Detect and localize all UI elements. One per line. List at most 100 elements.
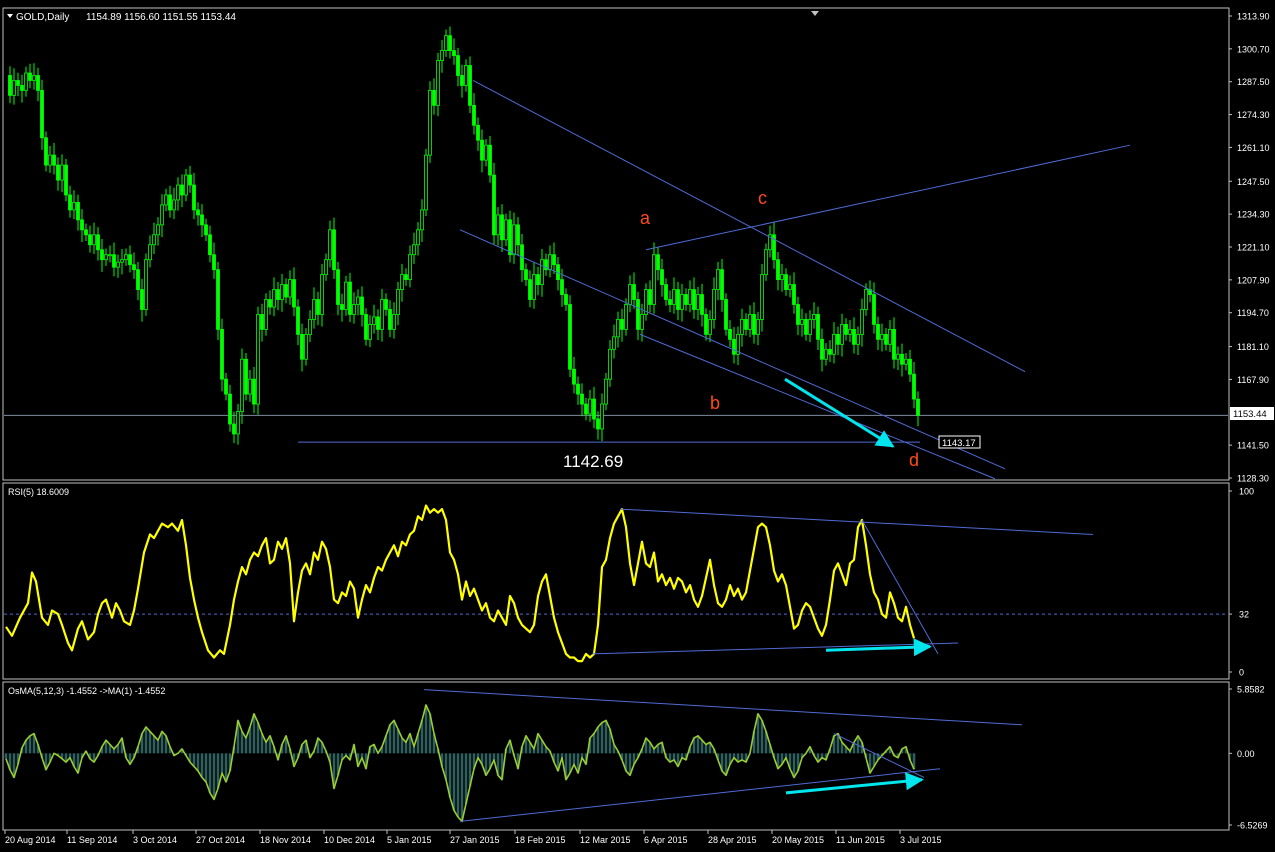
candle-body [784,274,788,290]
osma-title: OsMA(5,12,3) -1.4552 ->MA(1) -1.4552 [8,686,165,696]
candle-body [436,60,440,106]
candle-body [32,75,36,81]
osma-trendline[interactable] [423,689,1023,726]
candle-body [424,154,428,211]
candle-body [616,319,620,338]
target-price-label: 1143.17 [942,438,976,449]
candle-body [388,309,392,330]
candle-body [620,319,624,330]
candle-body [100,249,104,261]
candle-body [280,284,284,300]
candle-body [28,72,32,81]
rsi-tick-label: 0 [1239,668,1244,678]
candle-body [112,254,116,268]
price-panel-frame [2,7,1230,481]
rsi-panel-frame [2,482,1230,680]
candle-body [80,219,84,231]
candle-body [612,336,616,350]
candle-body [296,306,300,335]
dropdown-triangle-icon[interactable] [7,14,13,18]
candle-body [356,296,360,305]
support-level-label: 1142.69 [563,452,623,471]
candle-body [836,333,840,345]
candle-body [560,279,564,295]
candle-body [608,348,612,380]
time-axis: 20 Aug 2014 11 Sep 2014 3 Oct 2014 27 Oct 2… [4,830,942,845]
candle-body [808,319,812,335]
price-tick-label: 1207.90 [1237,275,1270,285]
candle-body [636,299,640,330]
rsi-title: RSI(5) 18.6009 [8,487,69,497]
rsi-line [5,504,916,663]
osma-trendline[interactable] [459,768,941,822]
candle-body [292,279,296,308]
candle-body [316,299,320,315]
candle-body [912,373,916,400]
candle-body [820,338,824,360]
candle-body [656,254,660,271]
candle-body [688,289,692,305]
candle-body [272,289,276,308]
candle-body [564,294,568,305]
candle-body [96,234,100,251]
candle-body [392,314,396,330]
candle-body [416,229,420,246]
candle-body [84,229,88,236]
time-tick-label: 18 Feb 2015 [515,835,566,845]
candle-body [596,418,600,430]
candle-body [376,316,380,330]
candle-body [184,174,188,196]
candle-body [476,124,480,141]
candle-body [360,296,364,315]
candle-body [600,403,604,430]
candle-body [396,289,400,315]
candle-body [904,358,908,365]
rsi-up-arrow[interactable] [825,638,932,657]
candle-body [412,244,416,256]
candle-body [880,333,884,340]
chart-svg[interactable]: GOLD,Daily 1154.89 1156.60 1151.55 1153.… [0,0,1275,847]
candle-body [824,348,828,360]
candle-body [776,259,780,281]
price-trendline[interactable] [645,144,1131,251]
candle-body [444,35,448,52]
candle-body [828,348,832,355]
candle-body [312,299,316,320]
rsi-series [5,504,916,663]
candle-body [788,284,792,290]
candle-body [480,139,484,161]
candle-body [512,224,516,256]
candle-body [640,314,644,330]
candle-body [304,333,308,360]
price-tick-label: 1194.70 [1237,308,1269,318]
candle-body [204,224,208,236]
candle-body [40,90,44,139]
candle-body [780,274,784,281]
candle-body [300,333,304,360]
candle-body [192,184,196,211]
candle-body [496,214,500,236]
candle-body [136,269,140,290]
candle-body [380,299,384,330]
price-trendline[interactable] [459,229,1006,470]
candle-body [580,393,584,405]
osma-up-arrow[interactable] [785,772,924,795]
time-tick-label: 27 Jan 2015 [450,835,500,845]
candle-body [220,328,224,380]
chart-shift-marker[interactable] [811,11,819,16]
candle-body [72,202,76,211]
candle-body [268,299,272,308]
rsi-tick-label: 32 [1239,610,1249,620]
candle-body [664,284,668,300]
candle-body [884,333,888,345]
candle-body [796,304,800,325]
candle-body [740,319,744,335]
candle-body [652,254,656,305]
time-tick-label: 20 Aug 2014 [5,835,56,845]
candle-body [568,304,572,370]
candle-body [260,314,264,330]
candle-body [364,314,368,340]
candle-body [800,319,804,325]
candle-body [660,269,664,285]
price-trendline[interactable] [639,333,996,480]
